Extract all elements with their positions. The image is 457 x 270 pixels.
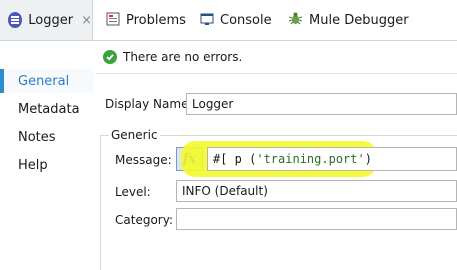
message-suffix: ) (364, 152, 372, 166)
level-select[interactable]: INFO (Default) (176, 180, 457, 202)
level-label: Level: (115, 185, 151, 199)
display-name-value: Logger (192, 97, 234, 111)
level-value: INFO (Default) (182, 184, 268, 198)
validation-status: There are no errors. (103, 50, 242, 64)
logger-icon (8, 12, 23, 28)
tab-console[interactable]: Console (200, 0, 272, 40)
display-name-field[interactable]: Logger (186, 93, 457, 115)
sidebar-item-notes[interactable]: Notes (0, 125, 94, 149)
status-text: There are no errors. (123, 50, 243, 64)
tab-logger-label: Logger (28, 12, 74, 28)
tab-problems-label: Problems (126, 12, 186, 28)
debugger-bug-icon (288, 11, 303, 29)
tab-mule-debugger[interactable]: Mule Debugger (288, 0, 409, 40)
properties-panel: There are no errors. Display Name: Logge… (95, 41, 457, 270)
success-check-icon (103, 50, 117, 64)
category-label: Category: (115, 213, 173, 227)
console-icon (200, 12, 214, 29)
sidebar-item-metadata[interactable]: Metadata (0, 97, 94, 121)
category-field[interactable] (176, 208, 457, 230)
editor-tab-bar: Logger × Problems Console Mule Debugger (0, 0, 457, 41)
message-label: Message: (115, 153, 172, 167)
divider (95, 73, 457, 74)
message-prefix: #[ p ( (213, 152, 257, 166)
sidebar-item-help[interactable]: Help (0, 153, 94, 177)
message-expression-input[interactable]: #[ p ( 'training.port' ) (207, 147, 457, 171)
generic-group-title: Generic (109, 128, 160, 142)
tab-mule-debugger-label: Mule Debugger (309, 12, 409, 28)
display-name-label: Display Name: (105, 97, 193, 111)
tab-logger[interactable]: Logger × (0, 0, 93, 40)
close-icon[interactable]: × (81, 13, 92, 28)
sidebar-item-general[interactable]: General (0, 69, 94, 93)
problems-icon (106, 12, 120, 29)
message-string: 'training.port' (256, 152, 365, 166)
properties-sidebar: General Metadata Notes Help (0, 41, 96, 269)
tab-problems[interactable]: Problems (106, 0, 186, 40)
tab-console-label: Console (220, 12, 272, 28)
